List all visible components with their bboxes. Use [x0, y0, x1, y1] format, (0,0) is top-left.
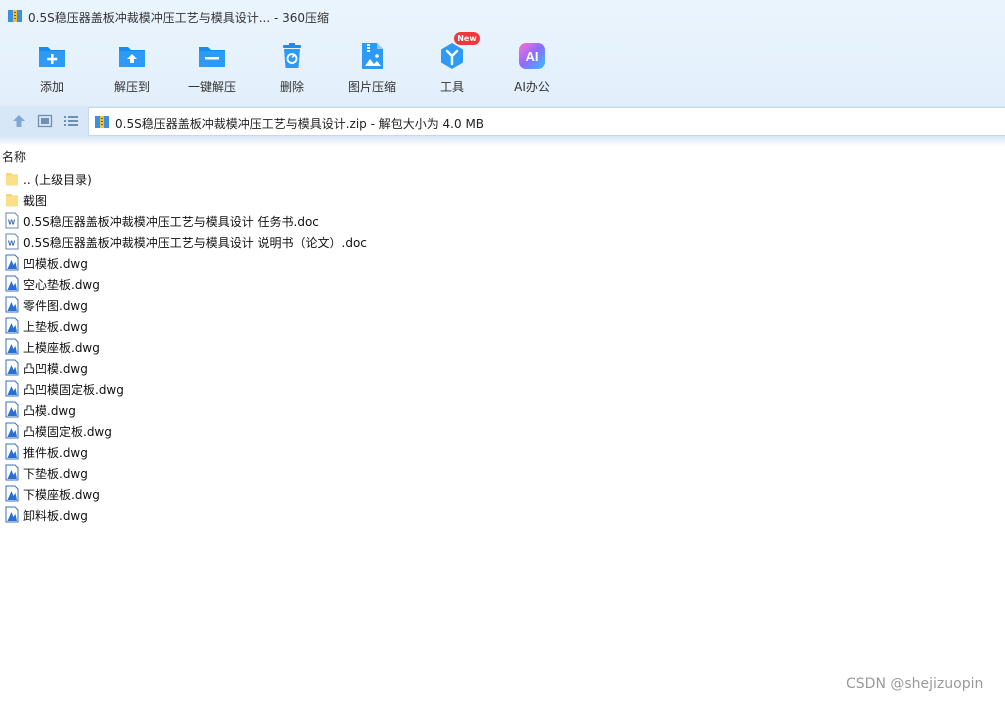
dwg-drawing-icon [5, 464, 19, 481]
file-name: 凸模固定板.dwg [23, 425, 112, 439]
one-click-extract-icon [199, 47, 225, 67]
tools-button-label: 工具 [439, 80, 464, 94]
file-list-item[interactable]: .. (上级目录) [5, 168, 605, 189]
delete-button[interactable]: 删除 [256, 34, 328, 100]
file-name: 0.5S稳压器盖板冲裁模冲压工艺与模具设计 说明书（论文）.doc [23, 236, 367, 250]
file-list-item[interactable]: 下模座板.dwg [5, 483, 605, 504]
dwg-drawing-icon [5, 506, 19, 523]
zip-archive-icon [95, 116, 109, 128]
address-bar[interactable]: 0.5S稳压器盖板冲裁模冲压工艺与模具设计.zip - 解包大小为 4.0 MB [88, 107, 1005, 136]
file-list-item[interactable]: 推件板.dwg [5, 441, 605, 462]
file-name: 空心垫板.dwg [23, 278, 100, 292]
ai-office-button[interactable]: AI AI办公 [496, 34, 568, 100]
add-button[interactable]: 添加 [16, 34, 88, 100]
dwg-drawing-icon [5, 422, 19, 439]
file-list-item[interactable]: W 0.5S稳压器盖板冲裁模冲压工艺与模具设计 任务书.doc [5, 210, 605, 231]
file-list-item[interactable]: 凸凹模.dwg [5, 357, 605, 378]
word-document-icon: W [5, 212, 19, 229]
window-header: 0.5S稳压器盖板冲裁模冲压工艺与模具设计... - 360压缩 添加 解压到 [0, 0, 1005, 106]
svg-text:W: W [8, 218, 16, 227]
file-list-item[interactable]: 上模座板.dwg [5, 336, 605, 357]
dwg-drawing-icon [5, 443, 19, 460]
dwg-drawing-icon [5, 401, 19, 418]
file-name: 凸凹模固定板.dwg [23, 383, 124, 397]
svg-text:W: W [8, 239, 16, 248]
file-name: 下模座板.dwg [23, 488, 100, 502]
file-list-item[interactable]: 凸凹模固定板.dwg [5, 378, 605, 399]
file-list-item[interactable]: 空心垫板.dwg [5, 273, 605, 294]
file-list-item[interactable]: 上垫板.dwg [5, 315, 605, 336]
tools-button[interactable]: New 工具 [416, 32, 488, 100]
file-name: 凹模板.dwg [23, 257, 88, 271]
file-list-item[interactable]: 凸模固定板.dwg [5, 420, 605, 441]
toolbar: 添加 解压到 一键解压 删除 图片压缩 New 工具 AI AI办公 [0, 32, 1005, 100]
dwg-drawing-icon [5, 359, 19, 376]
dwg-drawing-icon [5, 338, 19, 355]
thumbnail-view-icon[interactable] [37, 113, 53, 129]
image-compress-button-label: 图片压缩 [347, 80, 396, 94]
file-name: .. (上级目录) [23, 173, 92, 187]
add-folder-icon [39, 47, 65, 67]
up-level-icon[interactable] [11, 113, 27, 129]
extract-to-button[interactable]: 解压到 [96, 34, 168, 100]
dwg-drawing-icon [5, 254, 19, 271]
add-button-label: 添加 [39, 80, 64, 94]
address-text: 0.5S稳压器盖板冲裁模冲压工艺与模具设计.zip - 解包大小为 4.0 MB [115, 117, 485, 131]
file-name: 上模座板.dwg [23, 341, 100, 355]
window-title: 0.5S稳压器盖板冲裁模冲压工艺与模具设计... - 360压缩 [28, 11, 330, 25]
file-list-item[interactable]: 零件图.dwg [5, 294, 605, 315]
file-name: 卸料板.dwg [23, 509, 88, 523]
dwg-drawing-icon [5, 296, 19, 313]
ai-icon-text: AI [526, 49, 539, 64]
extract-to-button-label: 解压到 [113, 80, 150, 94]
watermark: CSDN @shejizuopin [846, 676, 984, 692]
file-list-item[interactable]: 凸模.dwg [5, 399, 605, 420]
ai-office-button-label: AI办公 [514, 80, 550, 94]
folder-icon [6, 173, 18, 186]
dwg-drawing-icon [5, 380, 19, 397]
file-list-item[interactable]: 下垫板.dwg [5, 462, 605, 483]
file-list-item[interactable]: 凹模板.dwg [5, 252, 605, 273]
new-badge: New [454, 32, 480, 45]
file-name: 凸模.dwg [23, 404, 76, 418]
list-view-icon[interactable] [63, 113, 79, 129]
file-name: 截图 [23, 194, 48, 208]
trash-icon [283, 43, 301, 68]
file-name: 下垫板.dwg [23, 467, 88, 481]
divider [0, 137, 1005, 146]
file-list-item[interactable]: 截图 [5, 189, 605, 210]
ai-office-icon: AI [519, 43, 545, 69]
file-name: 推件板.dwg [23, 446, 88, 460]
zip-archive-icon [8, 10, 22, 22]
column-header-name[interactable]: 名称 [2, 148, 26, 165]
file-name: 0.5S稳压器盖板冲裁模冲压工艺与模具设计 任务书.doc [23, 215, 319, 229]
dwg-drawing-icon [5, 485, 19, 502]
delete-button-label: 删除 [279, 80, 304, 94]
title-bar: 0.5S稳压器盖板冲裁模冲压工艺与模具设计... - 360压缩 [0, 0, 1005, 32]
dwg-drawing-icon [5, 317, 19, 334]
dwg-drawing-icon [5, 275, 19, 292]
file-list-item[interactable]: 卸料板.dwg [5, 504, 605, 525]
word-document-icon: W [5, 233, 19, 250]
file-name: 上垫板.dwg [23, 320, 88, 334]
one-click-extract-button-label: 一键解压 [187, 80, 236, 94]
image-compress-button[interactable]: 图片压缩 [336, 34, 408, 100]
image-compress-icon [362, 43, 383, 69]
extract-to-icon [119, 47, 145, 67]
file-name: 凸凹模.dwg [23, 362, 88, 376]
file-list-item[interactable]: W 0.5S稳压器盖板冲裁模冲压工艺与模具设计 说明书（论文）.doc [5, 231, 605, 252]
file-name: 零件图.dwg [23, 299, 88, 313]
one-click-extract-button[interactable]: 一键解压 [176, 34, 248, 100]
folder-icon [6, 194, 18, 207]
navigation-bar: 0.5S稳压器盖板冲裁模冲压工艺与模具设计.zip - 解包大小为 4.0 MB [0, 106, 1005, 137]
